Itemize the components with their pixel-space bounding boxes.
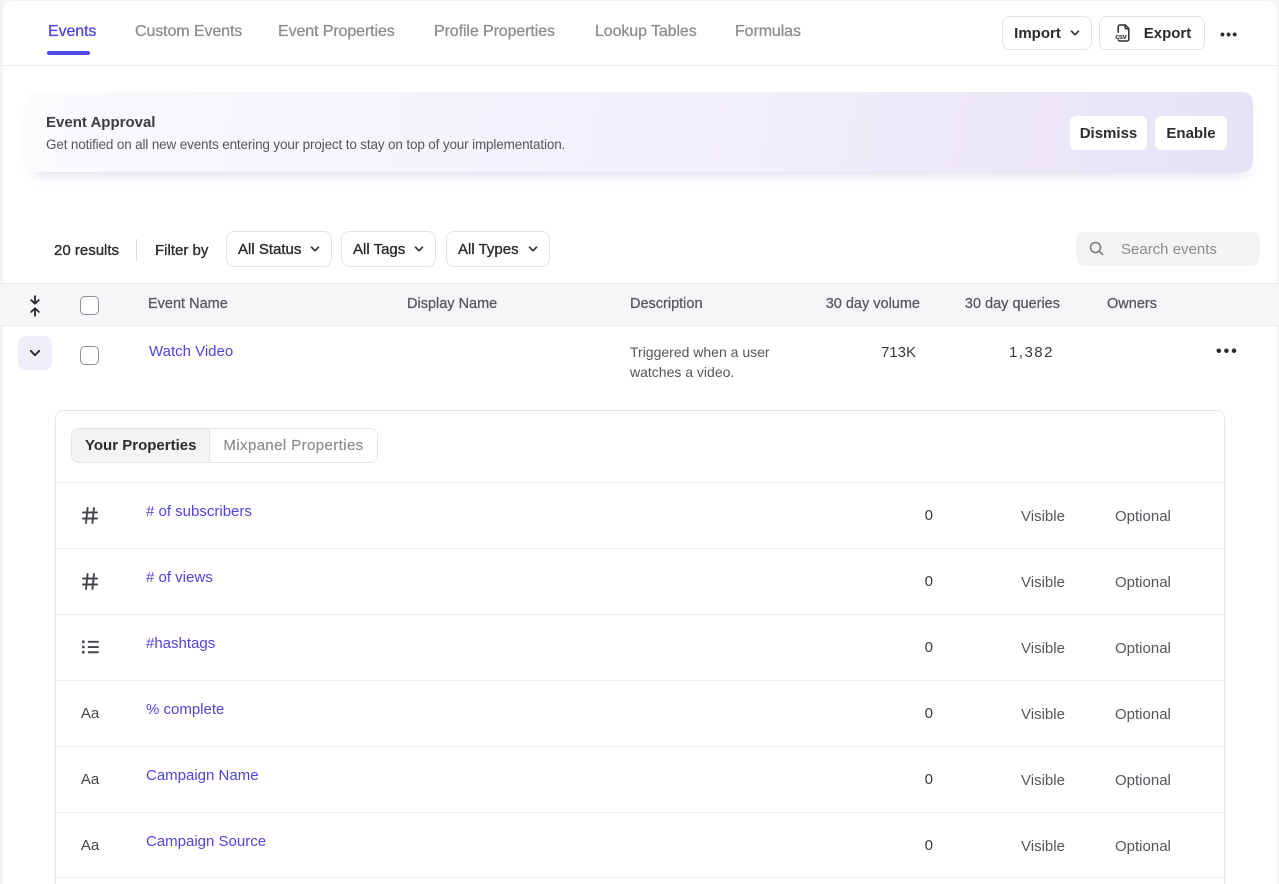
svg-text:csv: csv <box>1115 32 1127 41</box>
